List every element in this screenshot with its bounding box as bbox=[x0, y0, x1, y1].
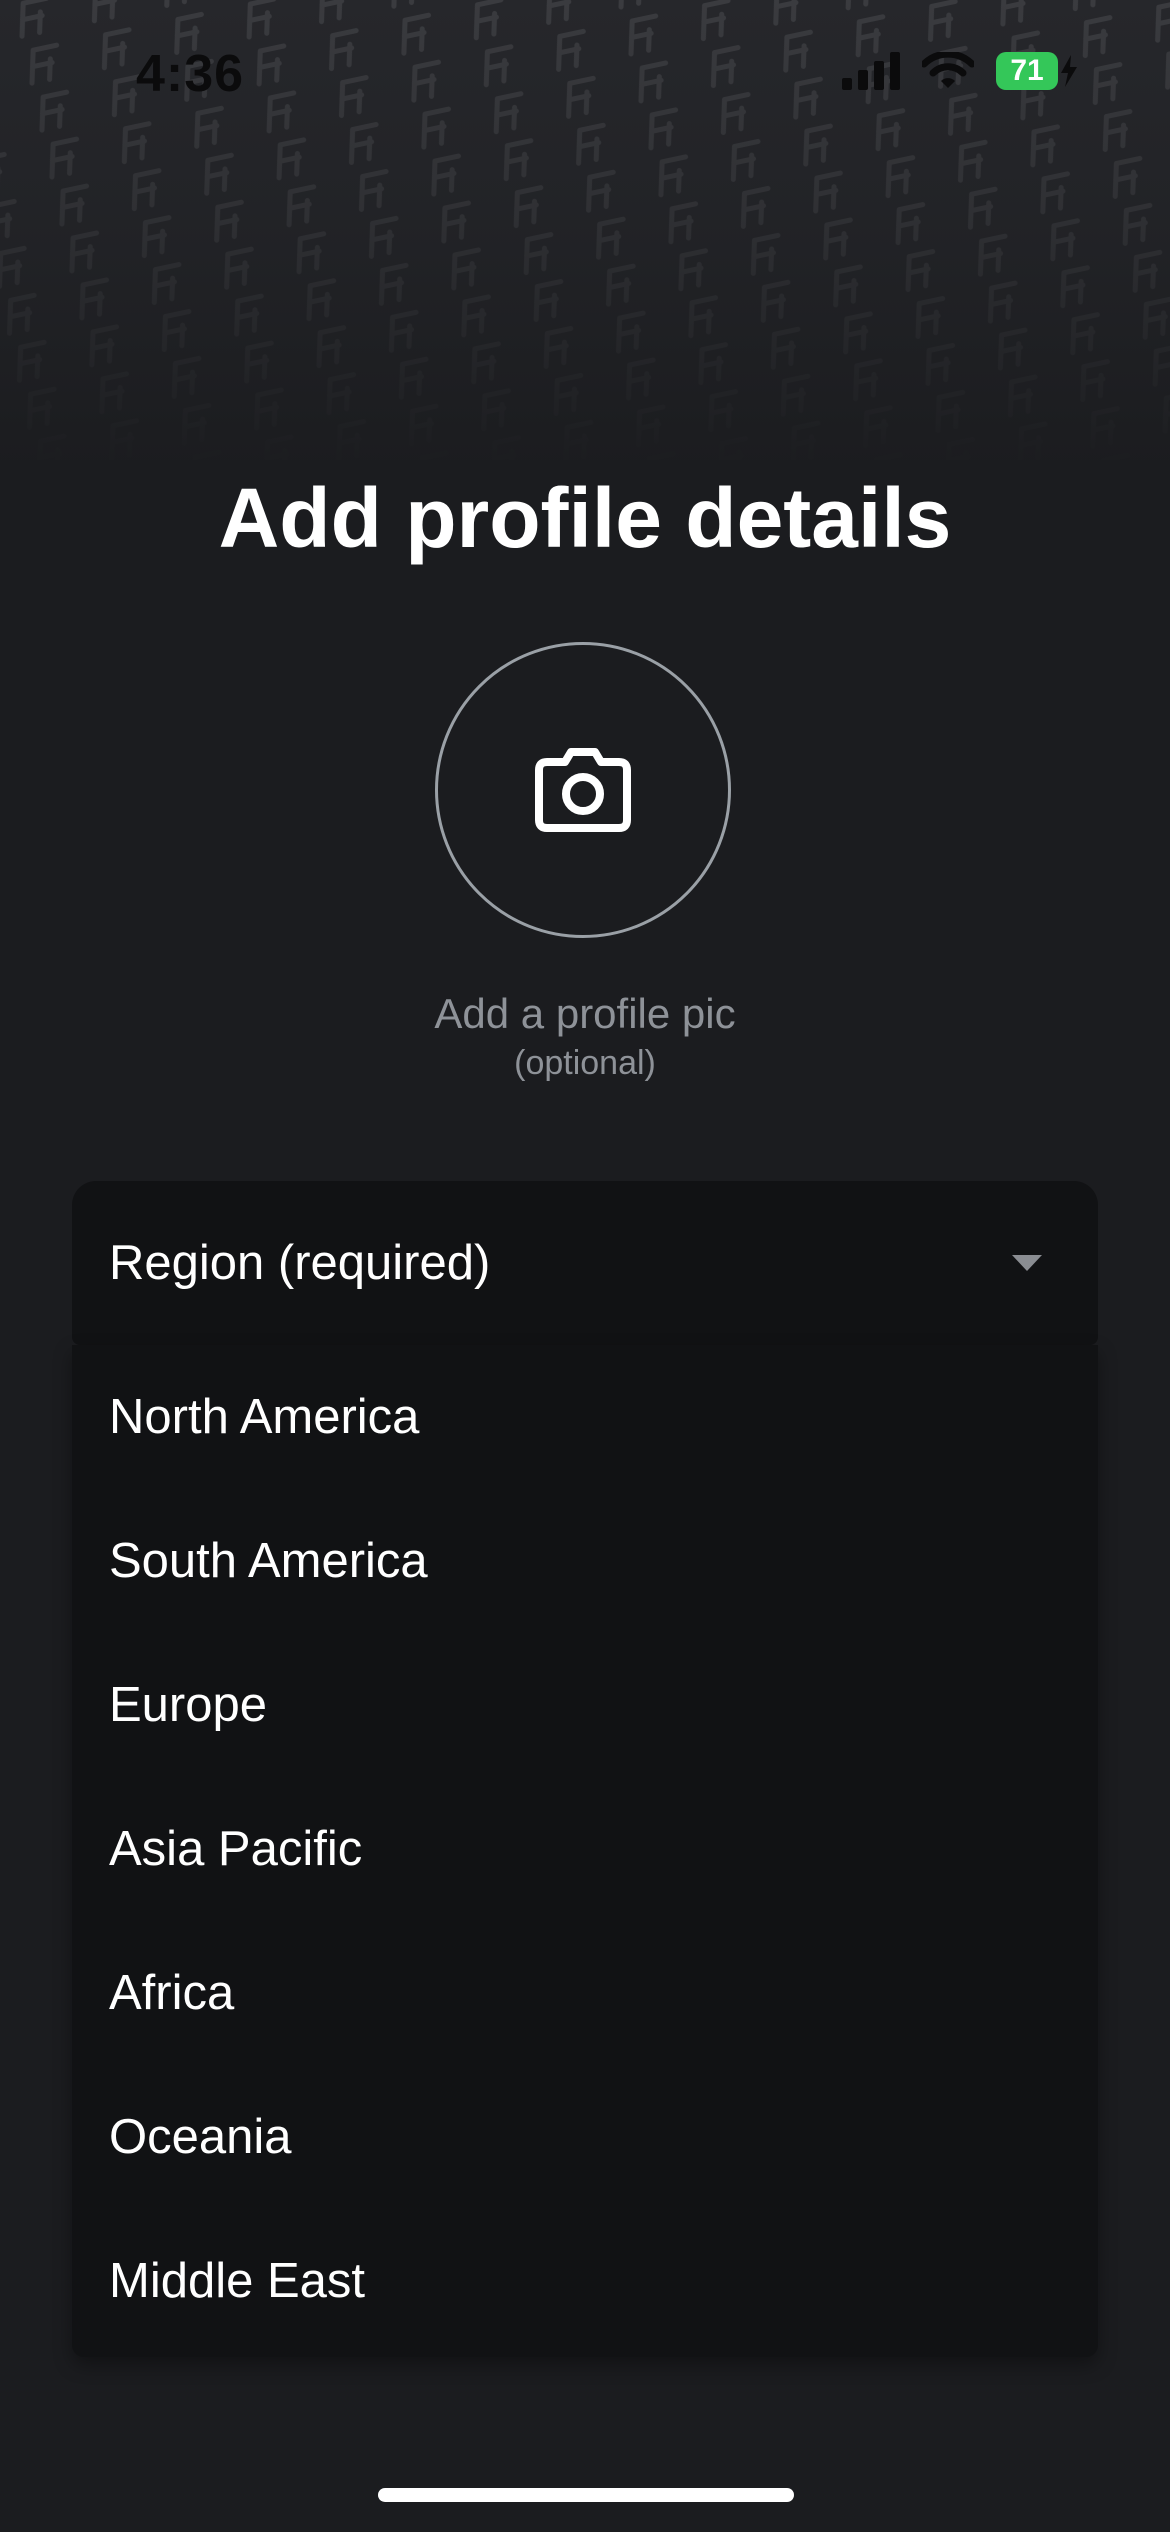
region-option-south-america[interactable]: South America bbox=[72, 1489, 1098, 1633]
region-option-middle-east[interactable]: Middle East bbox=[72, 2209, 1098, 2353]
cellular-signal-icon bbox=[842, 52, 900, 90]
battery-charging-icon: 71 bbox=[996, 52, 1078, 90]
region-option-north-america[interactable]: North America bbox=[72, 1345, 1098, 1489]
status-icons: 71 bbox=[842, 52, 1078, 90]
add-profile-pic-button[interactable] bbox=[435, 642, 731, 938]
home-indicator[interactable] bbox=[378, 2488, 794, 2502]
profile-pic-optional-label: (optional) bbox=[514, 1044, 656, 1082]
wifi-icon bbox=[922, 52, 974, 88]
region-select[interactable]: Region (required) bbox=[72, 1181, 1098, 1345]
region-option-africa[interactable]: Africa bbox=[72, 1921, 1098, 2065]
profile-pic-caption: Add a profile pic bbox=[434, 990, 736, 1037]
profile-details-screen: 4:36 71 Add profile details Add a profil… bbox=[0, 0, 1170, 2532]
battery-level: 71 bbox=[996, 52, 1058, 90]
region-option-europe[interactable]: Europe bbox=[72, 1633, 1098, 1777]
region-options-menu: North America South America Europe Asia … bbox=[72, 1345, 1098, 2357]
charging-bolt-icon bbox=[1061, 55, 1077, 87]
region-option-oceania[interactable]: Oceania bbox=[72, 2065, 1098, 2209]
region-select-label: Region (required) bbox=[109, 1236, 491, 1290]
camera-icon bbox=[535, 748, 631, 832]
status-time: 4:36 bbox=[136, 45, 245, 103]
page-title: Add profile details bbox=[218, 471, 952, 565]
region-option-asia-pacific[interactable]: Asia Pacific bbox=[72, 1777, 1098, 1921]
dropdown-arrow-icon bbox=[1012, 1255, 1042, 1271]
